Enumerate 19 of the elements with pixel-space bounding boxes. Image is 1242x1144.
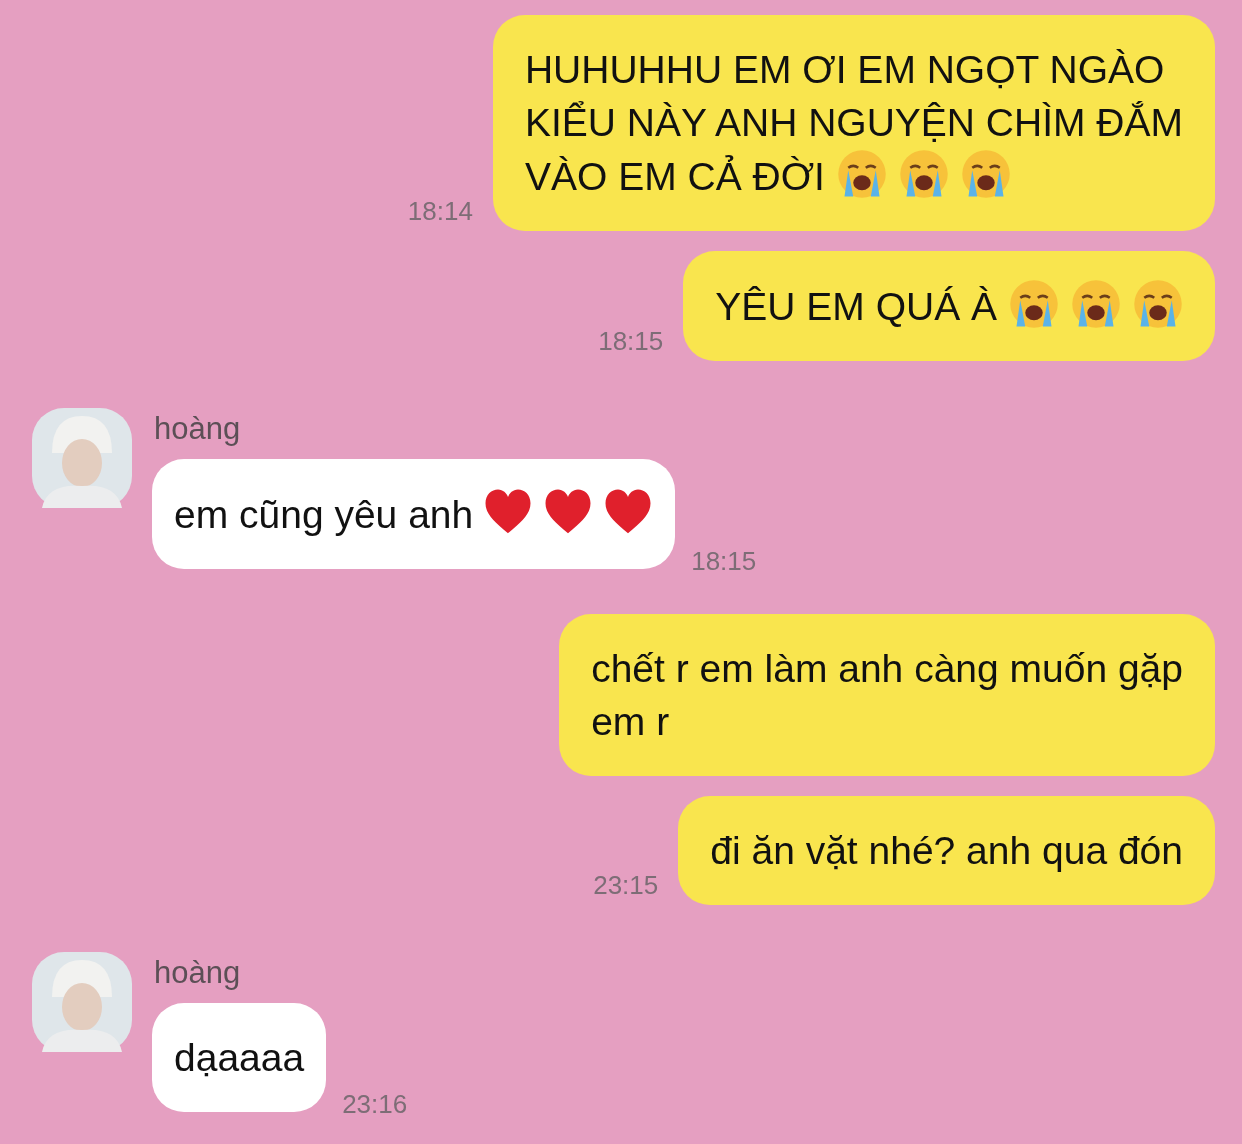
crying-face-icon (898, 149, 949, 199)
message-time: 23:15 (593, 870, 659, 901)
message-time: 18:14 (407, 196, 473, 227)
message-time: 23:16 (342, 1089, 408, 1120)
message-bubble: em cũng yêu anh (152, 459, 676, 569)
message-time: 18:15 (691, 546, 757, 577)
crying-face-icon (1133, 279, 1183, 329)
message-time: 18:15 (598, 326, 664, 357)
crying-face-icon (960, 149, 1011, 199)
sender-name: hoàng (154, 955, 242, 991)
message-bubble: dạaaaa (152, 1003, 327, 1112)
message-bubble: YÊU EM QUÁ À (683, 251, 1215, 361)
crying-face-icon (836, 149, 887, 199)
message-bubble: đi ăn vặt nhé? anh qua đón (678, 796, 1215, 905)
message-bubble: chết r em làm anh càng muốn gặp em r (559, 614, 1215, 776)
crying-face-icon (1071, 279, 1121, 329)
sender-name: hoàng (154, 411, 242, 447)
crying-face-icon (1009, 279, 1059, 329)
message-bubble: HUHUHHU EM ƠI EM NGỌT NGÀO KIỂU NÀY ANH NGUYỆN CHÌM ĐẮM VÀO EM CẢ ĐỜI (492, 15, 1215, 231)
